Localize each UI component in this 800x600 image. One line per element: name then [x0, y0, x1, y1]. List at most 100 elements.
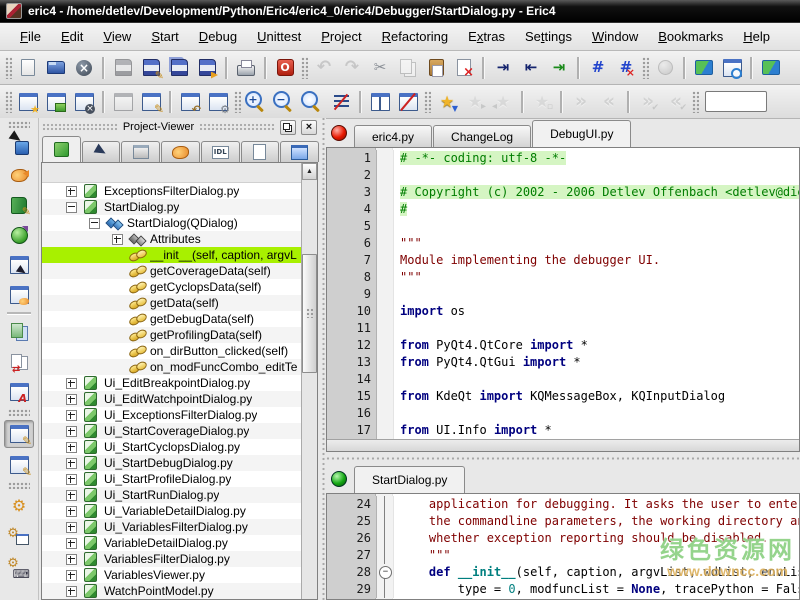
help-viewer-button[interactable]	[5, 222, 33, 248]
tree-item[interactable]: Ui_VariableDetailDialog.py	[42, 503, 301, 519]
project-viewer-titlebar[interactable]: Project-Viewer	[39, 118, 320, 136]
tab-file-browser[interactable]	[280, 141, 319, 162]
line-number[interactable]: 1	[327, 150, 377, 167]
fold-margin[interactable]	[377, 201, 394, 218]
editor-top[interactable]: 1 # -*- coding: utf-8 -*- 2 3	[326, 147, 800, 452]
save-project-as-button[interactable]	[137, 89, 165, 115]
save-project-button[interactable]	[109, 89, 137, 115]
menu-item[interactable]: Refactoring	[372, 26, 458, 47]
edit-profile-button[interactable]	[4, 420, 34, 448]
menu-item[interactable]: File	[10, 26, 51, 47]
line-number[interactable]: 14	[327, 371, 377, 388]
float-panel-button[interactable]	[280, 120, 296, 135]
code-text[interactable]: #	[394, 201, 799, 218]
code-text[interactable]	[394, 286, 799, 303]
expander-icon[interactable]	[112, 234, 123, 245]
restore-session-button[interactable]	[176, 89, 204, 115]
code-text[interactable]: # -*- coding: utf-8 -*-	[394, 150, 799, 167]
zoom-out-button[interactable]	[271, 89, 299, 115]
clear-bookmarks-button[interactable]	[528, 89, 556, 115]
tree-item[interactable]: Ui_EditBreakpointDialog.py	[42, 375, 301, 391]
code-text[interactable]: """	[394, 235, 799, 252]
zoom-reset-button[interactable]	[299, 89, 327, 115]
tree-item[interactable]: Ui_StartCoverageDialog.py	[42, 423, 301, 439]
line-number[interactable]: 12	[327, 337, 377, 354]
code-text[interactable]: whether exception reporting should be di…	[394, 530, 799, 547]
redo-button[interactable]	[338, 55, 366, 81]
assistant-button[interactable]	[5, 192, 33, 218]
indent-button[interactable]	[489, 55, 517, 81]
tree-item[interactable]: on_dirButton_clicked(self)	[42, 343, 301, 359]
fold-margin[interactable]	[377, 581, 394, 598]
designer-button[interactable]	[5, 132, 33, 158]
code-text[interactable]: """	[394, 269, 799, 286]
fold-margin[interactable]	[377, 388, 394, 405]
next-bookmark-button[interactable]	[461, 89, 489, 115]
line-number[interactable]: 17	[327, 422, 377, 439]
tree-item[interactable]: Ui_StartProfileDialog.py	[42, 471, 301, 487]
fold-margin[interactable]	[377, 184, 394, 201]
last-edit-position-button[interactable]	[651, 55, 679, 81]
replace-in-files-button[interactable]	[757, 55, 785, 81]
expander-icon[interactable]	[66, 554, 77, 565]
quicksearch-entry[interactable]	[705, 91, 767, 112]
fold-margin[interactable]	[377, 235, 394, 252]
tree-item[interactable]: __init__(self, caption, argvL	[42, 247, 301, 263]
fold-margin[interactable]	[377, 150, 394, 167]
tree-item[interactable]: Ui_ExceptionsFilterDialog.py	[42, 407, 301, 423]
fold-margin[interactable]	[377, 218, 394, 235]
tree-item[interactable]: VariablesFilterDialog.py	[42, 551, 301, 567]
menu-item[interactable]: Debug	[189, 26, 247, 47]
expander-icon[interactable]	[66, 410, 77, 421]
expander-icon[interactable]	[66, 522, 77, 533]
unindent-button[interactable]	[517, 55, 545, 81]
code-text[interactable]	[394, 405, 799, 422]
comment-button[interactable]	[584, 55, 612, 81]
line-number[interactable]: 4	[327, 201, 377, 218]
tree-item[interactable]: Ui_StartCyclopsDialog.py	[42, 439, 301, 455]
code-text[interactable]	[394, 167, 799, 184]
unittest-dialog-button[interactable]	[5, 319, 33, 345]
save-all-button[interactable]	[165, 55, 193, 81]
tree-item[interactable]: getProfilingData(self)	[42, 327, 301, 343]
open-button[interactable]	[42, 55, 70, 81]
horizontal-scrollbar[interactable]	[327, 439, 799, 451]
code-text[interactable]: the commandline parameters, the working …	[394, 513, 799, 530]
tab-resources[interactable]	[121, 141, 160, 162]
save-session-button[interactable]	[204, 89, 232, 115]
tree-item[interactable]: StartDialog.py	[42, 199, 301, 215]
line-number[interactable]: 15	[327, 388, 377, 405]
scroll-up-button[interactable]	[302, 163, 317, 180]
smart-indent-button[interactable]	[545, 55, 573, 81]
fold-margin[interactable]	[377, 530, 394, 547]
remove-split-button[interactable]	[394, 89, 422, 115]
expander-icon[interactable]	[66, 458, 77, 469]
line-number[interactable]: 27	[327, 547, 377, 564]
menu-item[interactable]: Unittest	[247, 26, 311, 47]
new-button[interactable]	[14, 55, 42, 81]
menu-item[interactable]: Bookmarks	[648, 26, 733, 47]
fold-margin[interactable]	[377, 354, 394, 371]
editor-tab[interactable]: StartDialog.py	[354, 466, 465, 493]
tree-item[interactable]: Attributes	[42, 231, 301, 247]
expander-icon[interactable]	[66, 506, 77, 517]
code-text[interactable]: Module implementing the debugger UI.	[394, 252, 799, 269]
save-as-button[interactable]	[137, 55, 165, 81]
code-text[interactable]: import os	[394, 303, 799, 320]
fold-margin[interactable]	[377, 337, 394, 354]
code-text[interactable]: application for debugging. It asks the u…	[394, 496, 799, 513]
tree-item[interactable]: WatchPointModel.py	[42, 583, 301, 599]
next-change-button[interactable]	[634, 89, 662, 115]
fold-margin[interactable]	[377, 496, 394, 513]
preferences-button[interactable]	[5, 493, 33, 519]
tree-item[interactable]: StartDialog(QDialog)	[42, 215, 301, 231]
expander-icon[interactable]	[89, 218, 100, 229]
menu-item[interactable]: Settings	[515, 26, 582, 47]
expander-icon[interactable]	[66, 570, 77, 581]
linguist-button[interactable]	[5, 162, 33, 188]
menu-item[interactable]: Project	[311, 26, 371, 47]
menu-item[interactable]: Extras	[458, 26, 515, 47]
designer-window-button[interactable]	[5, 252, 33, 278]
tree-item[interactable]: getDebugData(self)	[42, 311, 301, 327]
editor-tab[interactable]: ChangeLog	[433, 125, 531, 147]
